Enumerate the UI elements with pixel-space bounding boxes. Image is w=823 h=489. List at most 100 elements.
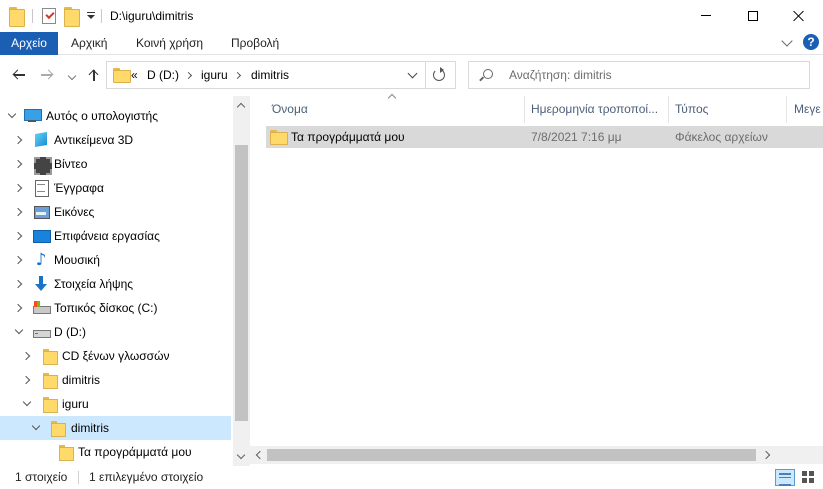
tree-item-pictures[interactable]: Εικόνες [0, 200, 231, 224]
tree-expand-chevron-icon[interactable] [13, 183, 23, 193]
local-disk-icon [33, 300, 51, 316]
tree-item-desktop[interactable]: Επιφάνεια εργασίας [0, 224, 231, 248]
up-arrow-icon[interactable] [87, 68, 101, 82]
status-divider [78, 471, 79, 484]
tab-share[interactable]: Κοινή χρήση [136, 32, 203, 55]
tree-item-my-programs[interactable]: Τα προγράμματά μου [0, 440, 231, 464]
tree-expand-chevron-icon[interactable] [13, 231, 23, 241]
table-row[interactable]: Τα προγράμματά μου 7/8/2021 7:16 μμ Φάκε… [266, 126, 823, 148]
tree-item-local-disk-c[interactable]: Τοπικός δίσκος (C:) [0, 296, 231, 320]
tree-collapse-chevron-icon[interactable] [22, 397, 32, 407]
drive-icon [33, 324, 51, 340]
close-icon [793, 10, 805, 22]
tree-item-dimitris[interactable]: dimitris [0, 368, 231, 392]
item-count: 1 στοιχείο [15, 470, 68, 484]
tree-item-downloads[interactable]: Στοιχεία λήψης [0, 272, 231, 296]
app-folder-icon[interactable] [9, 7, 25, 27]
breadcrumb-overflow[interactable]: « [131, 68, 138, 82]
column-divider[interactable] [524, 96, 525, 123]
column-divider[interactable] [786, 96, 787, 123]
tree-item-label: dimitris [71, 421, 109, 435]
scroll-up-icon[interactable] [236, 102, 246, 112]
tree-item-label: Στοιχεία λήψης [54, 277, 134, 291]
desktop-icon [33, 228, 51, 244]
breadcrumb-separator-icon[interactable] [233, 71, 242, 80]
tree-expand-chevron-icon[interactable] [21, 375, 31, 385]
folder-icon [42, 396, 58, 413]
tree-item-label: Βίντεο [54, 157, 88, 171]
folder-icon [58, 444, 74, 461]
tree-collapse-chevron-icon[interactable] [31, 421, 41, 431]
maximize-button[interactable] [730, 0, 776, 31]
tree-expand-chevron-icon[interactable] [13, 303, 23, 313]
scroll-down-icon[interactable] [236, 450, 246, 460]
breadcrumb-drive[interactable]: D (D:) [147, 68, 179, 82]
ribbon-tabs: Αρχείο Αρχική Κοινή χρήση Προβολή [0, 32, 823, 55]
tree-item-iguru-dimitris[interactable]: dimitris [0, 416, 231, 440]
tree-expand-chevron-icon[interactable] [13, 207, 23, 217]
downloads-icon [33, 276, 49, 292]
folder-icon [270, 130, 288, 145]
column-divider[interactable] [668, 96, 669, 123]
help-icon[interactable]: ? [803, 34, 819, 50]
address-history-chevron-icon[interactable] [407, 68, 418, 79]
title-divider [101, 9, 102, 23]
column-header-size[interactable]: Μεγε [794, 96, 821, 123]
column-header-name[interactable]: Όνομα [272, 96, 308, 123]
video-icon [33, 156, 52, 175]
navigation-pane-scrollbar[interactable] [233, 96, 250, 466]
tree-item-drive-d[interactable]: D (D:) [0, 320, 231, 344]
folder-icon [50, 420, 66, 437]
back-arrow-icon[interactable] [12, 68, 26, 82]
column-header-date-modified[interactable]: Ημερομηνία τροποποί... [531, 96, 658, 123]
search-input[interactable]: Αναζήτηση: dimitris [509, 68, 612, 82]
recent-locations-chevron-icon[interactable] [67, 71, 77, 81]
tree-item-cd-foreign-languages[interactable]: CD ξένων γλωσσών [0, 344, 231, 368]
properties-icon[interactable] [42, 8, 56, 24]
tree-collapse-chevron-icon[interactable] [14, 325, 24, 335]
tree-item-this-pc[interactable]: Αυτός ο υπολογιστής [0, 104, 231, 128]
large-icons-view-icon[interactable] [799, 469, 819, 486]
scrollbar-thumb[interactable] [235, 145, 248, 421]
file-date-modified: 7/8/2021 7:16 μμ [531, 130, 622, 144]
tree-expand-chevron-icon[interactable] [13, 135, 23, 145]
tree-expand-chevron-icon[interactable] [21, 351, 31, 361]
tree-expand-chevron-icon[interactable] [13, 255, 23, 265]
tab-view[interactable]: Προβολή [231, 32, 279, 55]
tab-home[interactable]: Αρχική [71, 32, 107, 55]
tree-collapse-chevron-icon[interactable] [7, 109, 17, 119]
selected-count: 1 επιλεγμένο στοιχείο [89, 470, 204, 484]
folder-icon [42, 348, 58, 365]
folder-icon [42, 372, 58, 389]
breadcrumb-separator-icon[interactable] [184, 71, 193, 80]
tree-item-documents[interactable]: Έγγραφα [0, 176, 231, 200]
tree-expand-chevron-icon[interactable] [13, 159, 23, 169]
tree-item-videos[interactable]: Βίντεο [0, 152, 231, 176]
close-button[interactable] [776, 0, 822, 31]
column-header-type[interactable]: Τύπος [675, 96, 708, 123]
scrollbar-thumb[interactable] [267, 449, 756, 461]
address-bar[interactable]: « D (D:) iguru dimitris [106, 61, 456, 89]
tree-item-3d-objects[interactable]: Αντικείμενα 3D [0, 128, 231, 152]
breadcrumb-iguru[interactable]: iguru [201, 68, 228, 82]
breadcrumb-dimitris[interactable]: dimitris [251, 68, 289, 82]
tree-expand-chevron-icon[interactable] [13, 279, 23, 289]
search-box[interactable]: Αναζήτηση: dimitris [468, 61, 810, 89]
documents-icon [33, 180, 49, 197]
tree-item-label: Μουσική [54, 253, 100, 267]
customize-quick-access-icon[interactable] [86, 12, 96, 22]
scroll-left-icon[interactable] [255, 450, 265, 460]
file-name[interactable]: Τα προγράμματά μου [291, 130, 405, 144]
music-icon: ♪ [35, 250, 47, 270]
details-view-icon[interactable] [775, 469, 795, 486]
minimize-button[interactable] [683, 0, 729, 31]
file-list-horizontal-scrollbar[interactable] [250, 446, 823, 464]
new-folder-icon[interactable] [64, 7, 80, 27]
scroll-right-icon[interactable] [761, 450, 771, 460]
refresh-icon[interactable] [433, 67, 445, 81]
tab-file[interactable]: Αρχείο [0, 32, 58, 55]
expand-ribbon-chevron-icon[interactable] [781, 35, 793, 47]
tree-item-music[interactable]: ♪ Μουσική [0, 248, 231, 272]
forward-arrow-icon[interactable] [40, 68, 54, 82]
tree-item-iguru[interactable]: iguru [0, 392, 231, 416]
